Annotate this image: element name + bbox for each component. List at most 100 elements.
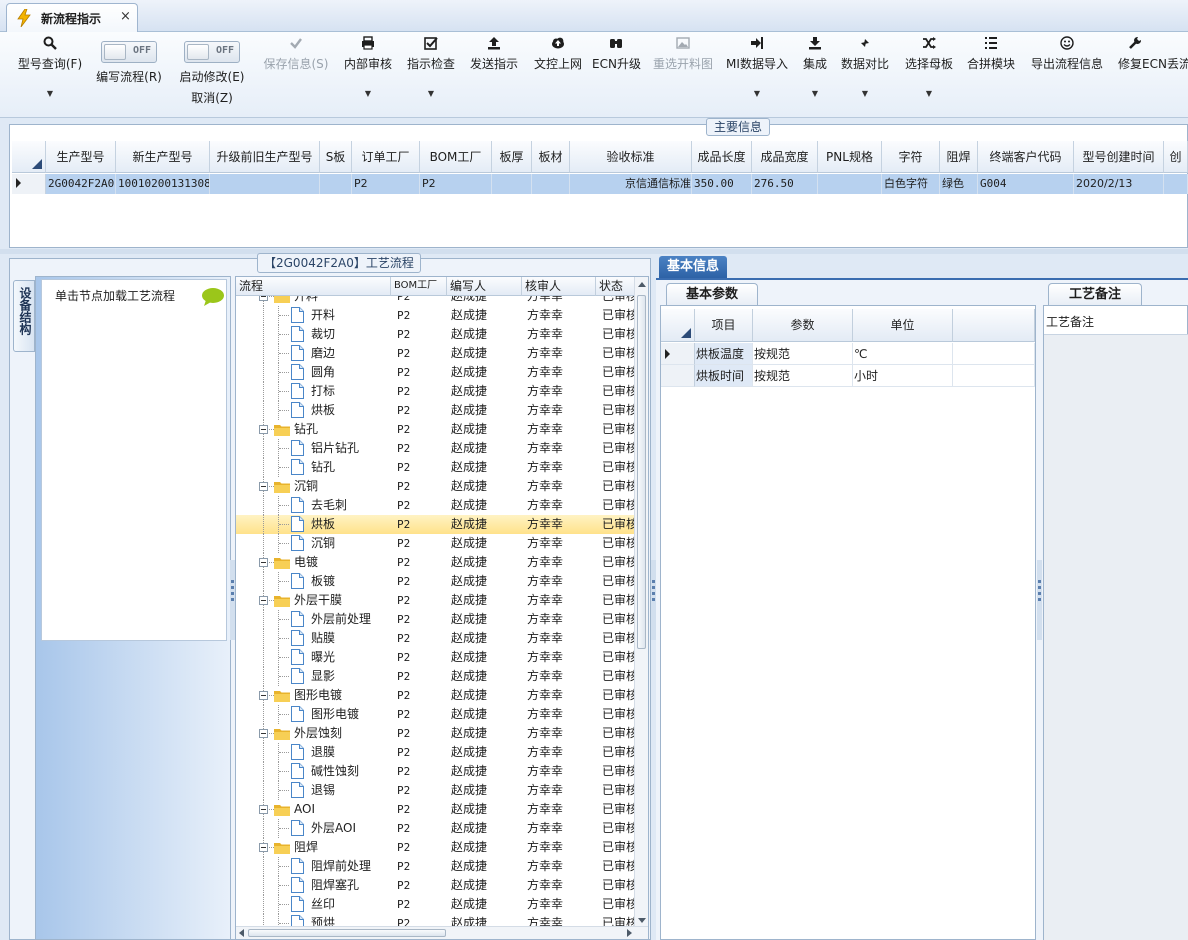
chevron-down-icon[interactable]: ▼ — [862, 89, 868, 98]
tree-row[interactable]: 开料 P2 赵成捷 方幸幸 已审核 — [236, 306, 636, 325]
collapse-icon[interactable] — [259, 425, 268, 434]
grid-corner[interactable] — [12, 141, 46, 173]
chevron-down-icon[interactable]: ▼ — [428, 89, 434, 98]
cell-solder-mask[interactable]: 绿色 — [940, 174, 978, 194]
collapse-icon[interactable] — [259, 843, 268, 852]
merge-module-button[interactable]: 合拼模块 — [964, 32, 1018, 116]
blank-cell[interactable] — [953, 343, 1035, 365]
column-header-legend[interactable]: 字符 — [882, 141, 940, 173]
column-header-status[interactable]: 状态 — [596, 277, 636, 296]
column-header-bom-factory[interactable]: BOM工厂 — [391, 277, 447, 296]
item-cell[interactable]: 烘板时间 — [695, 365, 753, 387]
tree-row[interactable]: 图形电镀 P2 赵成捷 方幸幸 已审核 — [236, 705, 636, 724]
tree-row[interactable]: 沉铜 P2 赵成捷 方幸幸 已审核 — [236, 534, 636, 553]
column-header-order-factory[interactable]: 订单工厂 — [352, 141, 420, 173]
unit-cell[interactable]: 小时 — [853, 365, 953, 387]
cell-old-production-model[interactable] — [210, 174, 320, 194]
tree-folder-row[interactable]: 阻焊 P2 赵成捷 方幸幸 已审核 — [236, 838, 636, 857]
select-mother-board-button[interactable]: 选择母板 ▼ — [902, 32, 956, 116]
collapse-icon[interactable] — [259, 482, 268, 491]
column-header-writer[interactable]: 编写人 — [447, 277, 522, 296]
column-header-board-material[interactable]: 板材 — [532, 141, 570, 173]
param-cell[interactable]: 按规范 — [753, 365, 853, 387]
process-notes-field[interactable] — [1044, 334, 1188, 940]
horizontal-splitter[interactable] — [0, 249, 1188, 254]
cell-s-board[interactable] — [320, 174, 352, 194]
close-icon[interactable]: × — [120, 9, 131, 24]
tree-folder-row[interactable]: 外层干膜 P2 赵成捷 方幸幸 已审核 — [236, 591, 636, 610]
tree-row[interactable]: 铝片钻孔 P2 赵成捷 方幸幸 已审核 — [236, 439, 636, 458]
tree-row[interactable]: 显影 P2 赵成捷 方幸幸 已审核 — [236, 667, 636, 686]
tree-row[interactable]: 曝光 P2 赵成捷 方幸幸 已审核 — [236, 648, 636, 667]
tab-process-notes[interactable]: 工艺备注 — [1048, 283, 1142, 305]
tree-folder-row[interactable]: 钻孔 P2 赵成捷 方幸幸 已审核 — [236, 420, 636, 439]
collapse-icon[interactable] — [259, 296, 268, 301]
cell-product-width[interactable]: 276.50 — [752, 174, 818, 194]
instruction-check-button[interactable]: 指示检查 ▼ — [404, 32, 458, 116]
tree-vertical-scrollbar[interactable] — [634, 277, 648, 928]
save-button[interactable]: 保存信息(S) — [260, 32, 332, 116]
blank-cell[interactable] — [953, 365, 1035, 387]
cell-end-customer-code[interactable]: G004 — [978, 174, 1074, 194]
tree-folder-row[interactable]: 沉铜 P2 赵成捷 方幸幸 已审核 — [236, 477, 636, 496]
cancel-label[interactable]: 取消(Z) — [174, 89, 250, 106]
scroll-left-icon[interactable] — [239, 929, 244, 937]
column-header-s-board[interactable]: S板 — [320, 141, 352, 173]
column-header-creator[interactable]: 创 — [1164, 141, 1188, 173]
scroll-thumb[interactable] — [248, 929, 446, 937]
cell-board-thickness[interactable] — [492, 174, 532, 194]
repair-ecn-button[interactable]: 修复ECN丢流程 — [1114, 32, 1188, 116]
export-flow-button[interactable]: 导出流程信息 — [1028, 32, 1106, 116]
tree-row[interactable]: 贴膜 P2 赵成捷 方幸幸 已审核 — [236, 629, 636, 648]
chevron-down-icon[interactable]: ▼ — [365, 89, 371, 98]
equipment-tree[interactable]: 单击节点加载工艺流程 — [41, 279, 227, 641]
chevron-down-icon[interactable]: ▼ — [812, 89, 818, 98]
chevron-down-icon[interactable]: ▼ — [754, 89, 760, 98]
column-header-new-production-model[interactable]: 新生产型号 — [116, 141, 210, 173]
param-cell[interactable]: 按规范 — [753, 343, 853, 365]
column-header-item[interactable]: 项目 — [695, 309, 753, 342]
cell-production-model[interactable]: 2G0042F2A0 — [46, 174, 116, 194]
tree-row[interactable]: 退膜 P2 赵成捷 方幸幸 已审核 — [236, 743, 636, 762]
cell-board-material[interactable] — [532, 174, 570, 194]
integrate-button[interactable]: 集成 ▼ — [798, 32, 832, 116]
chevron-down-icon[interactable]: ▼ — [926, 89, 932, 98]
data-compare-button[interactable]: 数据对比 ▼ — [838, 32, 892, 116]
scroll-down-icon[interactable] — [638, 918, 646, 923]
tree-row[interactable]: 打标 P2 赵成捷 方幸幸 已审核 — [236, 382, 636, 401]
tree-folder-row[interactable]: 开料 P2 赵成捷 方幸幸 已审核 — [236, 296, 636, 306]
item-cell[interactable]: 烘板温度 — [695, 343, 753, 365]
tree-row[interactable]: 钻孔 P2 赵成捷 方幸幸 已审核 — [236, 458, 636, 477]
cell-pnl-spec[interactable] — [818, 174, 882, 194]
tree-row[interactable]: 阻焊前处理 P2 赵成捷 方幸幸 已审核 — [236, 857, 636, 876]
tree-row[interactable]: 碱性蚀刻 P2 赵成捷 方幸幸 已审核 — [236, 762, 636, 781]
cell-order-factory[interactable]: P2 — [352, 174, 420, 194]
cell-legend[interactable]: 白色字符 — [882, 174, 940, 194]
collapse-icon[interactable] — [259, 805, 268, 814]
column-header-unit[interactable]: 单位 — [853, 309, 953, 342]
tree-folder-row[interactable]: AOI P2 赵成捷 方幸幸 已审核 — [236, 800, 636, 819]
write-flow-switch[interactable]: OFF — [101, 41, 157, 63]
tree-row[interactable]: 外层AOI P2 赵成捷 方幸幸 已审核 — [236, 819, 636, 838]
column-header-bom-factory[interactable]: BOM工厂 — [420, 141, 492, 173]
tree-row[interactable]: 阻焊塞孔 P2 赵成捷 方幸幸 已审核 — [236, 876, 636, 895]
tab-basic-info[interactable]: 基本信息 — [659, 256, 727, 278]
column-header-production-model[interactable]: 生产型号 — [46, 141, 116, 173]
scroll-up-icon[interactable] — [638, 282, 646, 287]
tree-row[interactable]: 烘板 P2 赵成捷 方幸幸 已审核 — [236, 515, 636, 534]
column-header-pnl-spec[interactable]: PNL规格 — [818, 141, 882, 173]
write-flow-toggle[interactable]: OFF 编写流程(R) — [90, 32, 168, 116]
grid-corner[interactable] — [661, 309, 695, 342]
column-header-product-length[interactable]: 成品长度 — [692, 141, 752, 173]
cell-product-length[interactable]: 350.00 — [692, 174, 752, 194]
row-indicator[interactable] — [661, 365, 695, 387]
scroll-right-icon[interactable] — [627, 929, 632, 937]
scroll-thumb[interactable] — [637, 295, 646, 649]
cell-creator[interactable] — [1164, 174, 1188, 194]
column-header-blank[interactable] — [953, 309, 1035, 342]
model-query-button[interactable]: 型号查询(F) ▼ — [14, 32, 86, 116]
tab-equipment-structure[interactable]: 设备结构 — [13, 280, 35, 352]
mi-import-button[interactable]: MI数据导入 ▼ — [724, 32, 790, 116]
tree-row[interactable]: 退锡 P2 赵成捷 方幸幸 已审核 — [236, 781, 636, 800]
column-header-product-width[interactable]: 成品宽度 — [752, 141, 818, 173]
